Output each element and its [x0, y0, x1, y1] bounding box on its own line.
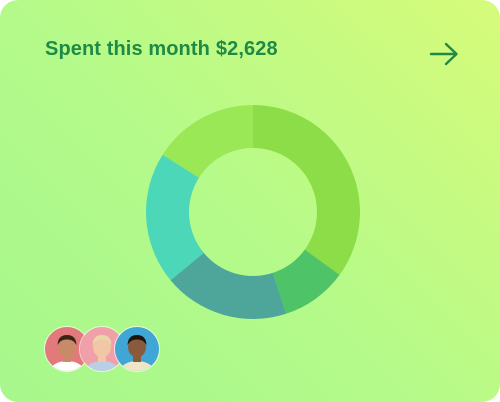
arrow-right-icon[interactable]	[428, 41, 460, 67]
spending-card[interactable]: Spent this month $2,628	[0, 0, 500, 402]
spending-donut-chart	[146, 105, 360, 319]
card-title: Spent this month $2,628	[45, 38, 278, 61]
card-title-label: Spent this month	[45, 38, 210, 60]
donut-segment-1	[253, 105, 360, 275]
user-avatar-3[interactable]	[114, 326, 160, 372]
spent-amount: $2,628	[215, 38, 278, 60]
